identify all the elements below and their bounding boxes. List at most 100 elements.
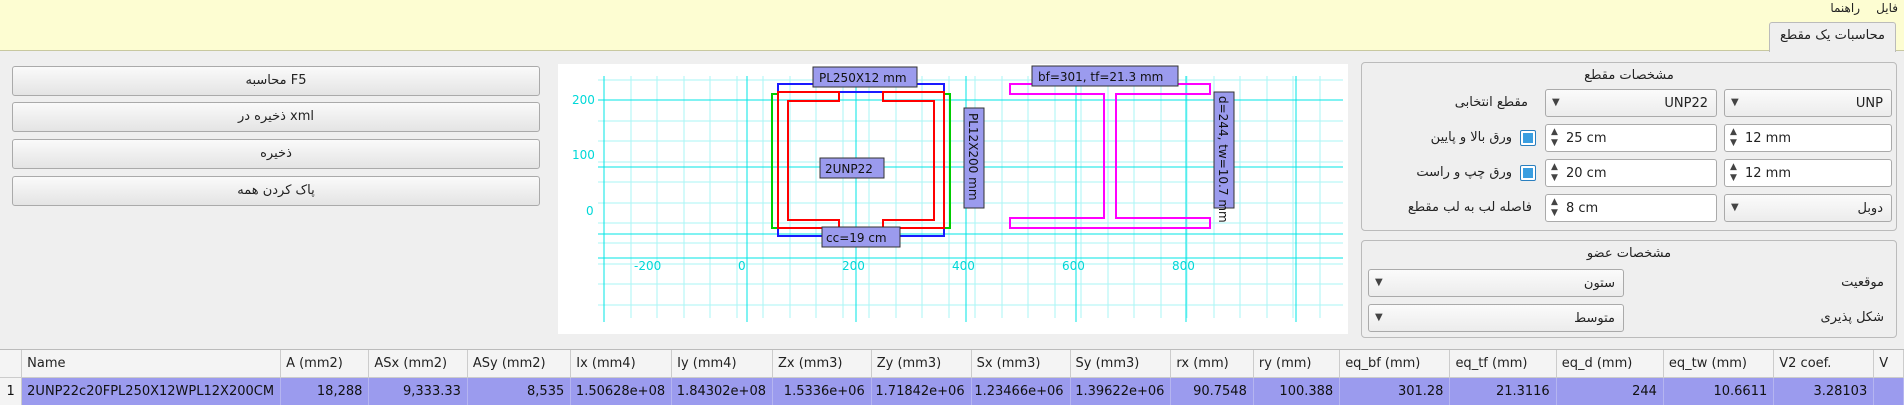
arrangement-select[interactable]: ▼ دوبل: [1724, 194, 1892, 222]
spin-arrows-icon[interactable]: ▲ ▼: [1551, 197, 1558, 219]
y-tick-label: 0: [586, 204, 594, 218]
table-cell[interactable]: 2UNP22c20FPL250X12WPL12X200CM: [21, 377, 282, 405]
column-header[interactable]: rx (mm): [1170, 350, 1254, 378]
section-plot-svg: -200 0 200 400 600 800 0 100 200 PL250X1…: [572, 65, 1343, 322]
table-cell[interactable]: 90.7548: [1170, 377, 1254, 405]
table-cell[interactable]: [1873, 377, 1904, 405]
table-cell[interactable]: 1.71842e+06: [871, 377, 972, 405]
tab-single-section[interactable]: محاسبات یک مقطع: [1769, 22, 1896, 52]
position-label: موقعیت: [1841, 275, 1884, 290]
column-header[interactable]: Sy (mm3): [1070, 350, 1172, 378]
ductility-select[interactable]: ▼ متوسط: [1368, 304, 1624, 332]
x-tick-label: -200: [634, 259, 661, 273]
table-cell[interactable]: 1.5336e+06: [772, 377, 872, 405]
side-plate-label: PL12X200 mm: [966, 113, 980, 201]
x-tick-label: 600: [1062, 259, 1085, 273]
column-header[interactable]: ASy (mm2): [467, 350, 572, 378]
equivalent-flange-label: bf=301, tf=21.3 mm: [1038, 70, 1163, 84]
column-header[interactable]: Zx (mm3): [772, 350, 872, 378]
calculate-button[interactable]: محاسبه F5: [12, 66, 540, 96]
position-select[interactable]: ▼ ستون: [1368, 269, 1624, 297]
save-xml-button[interactable]: ذخیره در xml: [12, 102, 540, 132]
column-header[interactable]: ry (mm): [1253, 350, 1341, 378]
row-number: 1: [0, 377, 23, 405]
tab-bar: محاسبات یک مقطع: [0, 18, 1904, 52]
lr-plate-label: ورق چپ و راست: [1416, 165, 1512, 180]
column-header[interactable]: eq_tf (mm): [1449, 350, 1557, 378]
table-cell[interactable]: 21.3116: [1449, 377, 1557, 405]
save-button[interactable]: ذخیره: [12, 139, 540, 169]
chevron-down-icon: ▼: [1731, 97, 1739, 108]
tb-plate-label: ورق بالا و پایین: [1430, 130, 1512, 145]
table-cell[interactable]: 18,288: [280, 377, 370, 405]
column-header[interactable]: Iy (mm4): [671, 350, 773, 378]
table-cell[interactable]: 8,535: [467, 377, 572, 405]
selected-profile-label: مقطع انتخابی: [1454, 95, 1528, 110]
column-header[interactable]: eq_d (mm): [1556, 350, 1664, 378]
results-table[interactable]: Name A (mm2) ASx (mm2) ASy (mm2) Ix (mm4…: [0, 349, 1904, 409]
lr-plate-checkbox[interactable]: [1520, 165, 1536, 181]
x-tick-label: 400: [952, 259, 975, 273]
section-properties-group: مشخصات مقطع ▼ UNP ▼ UNP22 مقطع انتخابی ▲…: [1361, 62, 1897, 231]
column-header[interactable]: V: [1873, 350, 1904, 378]
table-row[interactable]: 1 2UNP22c20FPL250X12WPL12X200CM 18,288 9…: [0, 377, 1904, 405]
x-tick-label: 800: [1172, 259, 1195, 273]
member-properties-group: مشخصات عضو ▼ ستون موقعیت ▼ متوسط شکل پذی…: [1361, 240, 1897, 338]
menu-help[interactable]: راهنما: [1830, 1, 1860, 15]
table-cell[interactable]: 100.388: [1253, 377, 1341, 405]
chevron-down-icon: ▼: [1375, 277, 1383, 288]
gap-input[interactable]: ▲ ▼ 8 cm: [1545, 194, 1717, 222]
column-header[interactable]: eq_tw (mm): [1663, 350, 1775, 378]
column-header[interactable]: Sx (mm3): [971, 350, 1071, 378]
clear-all-button[interactable]: پاک کردن همه: [12, 176, 540, 206]
x-tick-label: 200: [842, 259, 865, 273]
lr-plate-thickness-input[interactable]: ▲ ▼ 12 mm: [1724, 159, 1892, 187]
right-channel: [882, 91, 945, 229]
column-header[interactable]: Ix (mm4): [570, 350, 673, 378]
table-header-row: Name A (mm2) ASx (mm2) ASy (mm2) Ix (mm4…: [0, 350, 1904, 378]
chevron-down-icon: ▼: [1375, 312, 1383, 323]
column-header[interactable]: V2 coef.: [1773, 350, 1875, 378]
tb-plate-width-input[interactable]: ▲ ▼ 25 cm: [1545, 124, 1717, 152]
column-header[interactable]: ASx (mm2): [368, 350, 468, 378]
x-tick-label: 0: [738, 259, 746, 273]
spin-arrows-icon[interactable]: ▲ ▼: [1730, 162, 1737, 184]
column-header[interactable]: eq_bf (mm): [1339, 350, 1451, 378]
column-header[interactable]: A (mm2): [280, 350, 370, 378]
menu-bar: فایل راهنما: [0, 0, 1904, 18]
table-cell[interactable]: 1.23466e+06: [971, 377, 1071, 405]
member-properties-title: مشخصات عضو: [1586, 246, 1672, 261]
menu-file[interactable]: فایل: [1876, 1, 1898, 15]
table-cell[interactable]: 1.39622e+06: [1070, 377, 1172, 405]
table-cell[interactable]: 244: [1556, 377, 1664, 405]
section-plot[interactable]: -200 0 200 400 600 800 0 100 200 PL250X1…: [558, 64, 1348, 334]
equivalent-web-label: d=244, tw=10.7 mm: [1216, 96, 1230, 223]
spin-arrows-icon[interactable]: ▲ ▼: [1551, 162, 1558, 184]
profile-select[interactable]: ▼ UNP22: [1545, 89, 1717, 117]
y-tick-label: 200: [572, 93, 595, 107]
table-cell[interactable]: 9,333.33: [368, 377, 468, 405]
cc-label: cc=19 cm: [826, 231, 887, 245]
table-cell[interactable]: 1.50628e+08: [570, 377, 673, 405]
section-name-label: 2UNP22: [825, 162, 873, 176]
equivalent-section-shape: [1009, 83, 1211, 229]
tb-plate-checkbox[interactable]: [1520, 130, 1536, 146]
profile-type-select[interactable]: ▼ UNP: [1724, 89, 1892, 117]
section-properties-title: مشخصات مقطع: [1584, 68, 1674, 83]
lr-plate-width-input[interactable]: ▲ ▼ 20 cm: [1545, 159, 1717, 187]
top-plate-label: PL250X12 mm: [819, 71, 907, 85]
table-cell[interactable]: 1.84302e+08: [671, 377, 773, 405]
table-cell[interactable]: 10.6611: [1663, 377, 1775, 405]
ductility-label: شکل پذیری: [1820, 310, 1884, 325]
y-tick-label: 100: [572, 148, 595, 162]
chevron-down-icon: ▼: [1731, 202, 1739, 213]
column-header[interactable]: Name: [21, 350, 282, 378]
table-cell[interactable]: 301.28: [1339, 377, 1451, 405]
spin-arrows-icon[interactable]: ▲ ▼: [1551, 127, 1558, 149]
table-cell[interactable]: 3.28103: [1773, 377, 1875, 405]
gap-label: فاصله لب به لب مقطع: [1407, 200, 1532, 215]
chevron-down-icon: ▼: [1552, 97, 1560, 108]
tb-plate-thickness-input[interactable]: ▲ ▼ 12 mm: [1724, 124, 1892, 152]
spin-arrows-icon[interactable]: ▲ ▼: [1730, 127, 1737, 149]
column-header[interactable]: Zy (mm3): [871, 350, 972, 378]
